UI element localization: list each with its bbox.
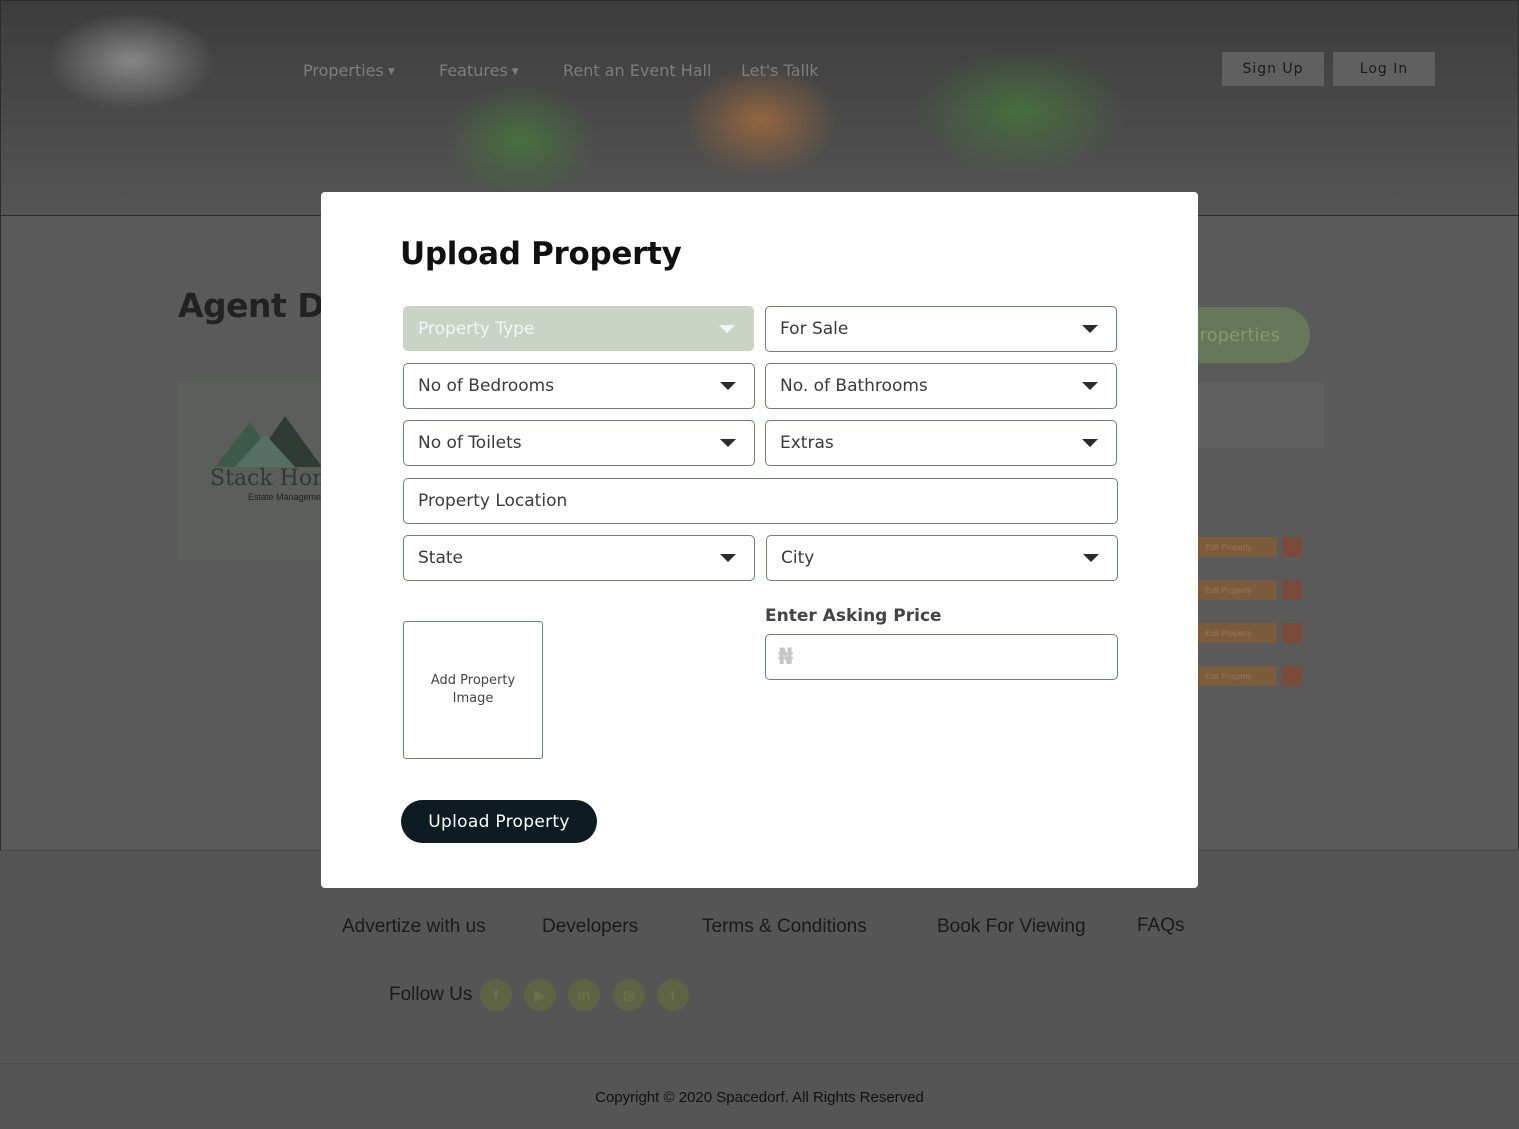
bedrooms-label: No of Bedrooms	[418, 376, 555, 396]
listing-type-label: For Sale	[780, 319, 849, 339]
facebook-icon[interactable]: f	[480, 979, 512, 1011]
bathrooms-select[interactable]: No. of Bathrooms	[765, 363, 1117, 409]
twitter-icon[interactable]: t	[657, 979, 689, 1011]
delete-icon[interactable]	[1282, 623, 1302, 643]
extras-label: Extras	[780, 433, 834, 453]
modal-title: Upload Property	[400, 236, 682, 272]
delete-icon[interactable]	[1282, 537, 1302, 557]
footer: Advertize with us Developers Terms & Con…	[0, 850, 1519, 1129]
chevron-down-icon	[720, 439, 736, 447]
state-select[interactable]: State	[403, 535, 755, 581]
chevron-down-icon	[1083, 554, 1099, 562]
youtube-icon[interactable]: ▶	[524, 979, 556, 1011]
listing-type-select[interactable]: For Sale	[765, 306, 1117, 352]
city-select[interactable]: City	[766, 535, 1118, 581]
asking-price-field[interactable]: ₦	[765, 634, 1118, 680]
linkedin-icon[interactable]: in	[568, 979, 600, 1011]
nav-features[interactable]: Features ▼	[439, 61, 519, 80]
bedrooms-select[interactable]: No of Bedrooms	[403, 363, 755, 409]
chevron-down-icon: ▼	[511, 67, 519, 77]
chevron-down-icon: ▼	[387, 67, 395, 77]
property-location-input[interactable]: Property Location	[403, 478, 1118, 524]
toilets-label: No of Toilets	[418, 433, 522, 453]
chevron-down-icon	[719, 324, 735, 333]
property-type-label: Property Type	[418, 318, 535, 339]
follow-us-label: Follow Us	[389, 984, 473, 1005]
copyright-text: Copyright © 2020 Spacedorf. All Rights R…	[595, 1089, 924, 1106]
naira-currency-icon: ₦	[778, 644, 794, 670]
chevron-down-icon	[720, 554, 736, 562]
add-image-label: Add Property Image	[430, 673, 516, 706]
property-type-select[interactable]: Property Type	[403, 306, 754, 351]
delete-icon[interactable]	[1282, 580, 1302, 600]
state-label: State	[418, 548, 463, 568]
toilets-select[interactable]: No of Toilets	[403, 420, 755, 466]
chevron-down-icon	[1082, 382, 1098, 390]
footer-link-faqs[interactable]: FAQs	[1137, 915, 1185, 937]
nav-lets-talk[interactable]: Let's Tallk	[741, 61, 819, 80]
asking-price-input[interactable]	[801, 637, 1117, 677]
footer-divider	[0, 1063, 1519, 1064]
upload-property-modal: Upload Property Property Type For Sale N…	[321, 192, 1198, 888]
instagram-icon[interactable]: ◎	[613, 979, 645, 1011]
nav-properties[interactable]: Properties ▼	[303, 61, 395, 80]
chevron-down-icon	[720, 382, 736, 390]
login-button[interactable]: Log In	[1333, 52, 1435, 86]
logo-subtext: Estate Management	[248, 492, 329, 502]
footer-link-developers[interactable]: Developers	[542, 916, 638, 938]
stack-homes-logo-icon	[215, 416, 322, 467]
nav-rent-event-hall[interactable]: Rent an Event Hall	[563, 61, 711, 80]
asking-price-label: Enter Asking Price	[765, 606, 942, 626]
extras-select[interactable]: Extras	[765, 420, 1117, 466]
bathrooms-label: No. of Bathrooms	[780, 376, 928, 396]
signup-button[interactable]: Sign Up	[1222, 52, 1324, 86]
hero-header: Properties ▼ Features ▼ Rent an Event Hall…	[0, 0, 1519, 216]
property-location-placeholder: Property Location	[418, 491, 568, 511]
footer-link-terms[interactable]: Terms & Conditions	[702, 916, 867, 938]
upload-property-button[interactable]: Upload Property	[401, 800, 597, 843]
footer-link-advertize[interactable]: Advertize with us	[342, 916, 486, 938]
chevron-down-icon	[1082, 439, 1098, 447]
chevron-down-icon	[1082, 325, 1098, 333]
city-label: City	[781, 548, 815, 568]
footer-link-book-viewing[interactable]: Book For Viewing	[937, 916, 1086, 938]
add-property-image-button[interactable]: Add Property Image	[403, 621, 543, 759]
delete-icon[interactable]	[1282, 666, 1302, 686]
